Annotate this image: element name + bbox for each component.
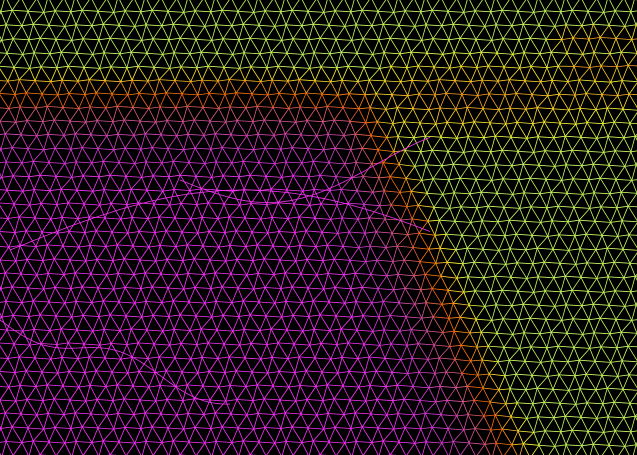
wireframe-mesh-canvas[interactable] xyxy=(0,0,637,455)
wireframe-terrain-viewport[interactable] xyxy=(0,0,637,455)
mesh-edge xyxy=(277,191,284,193)
